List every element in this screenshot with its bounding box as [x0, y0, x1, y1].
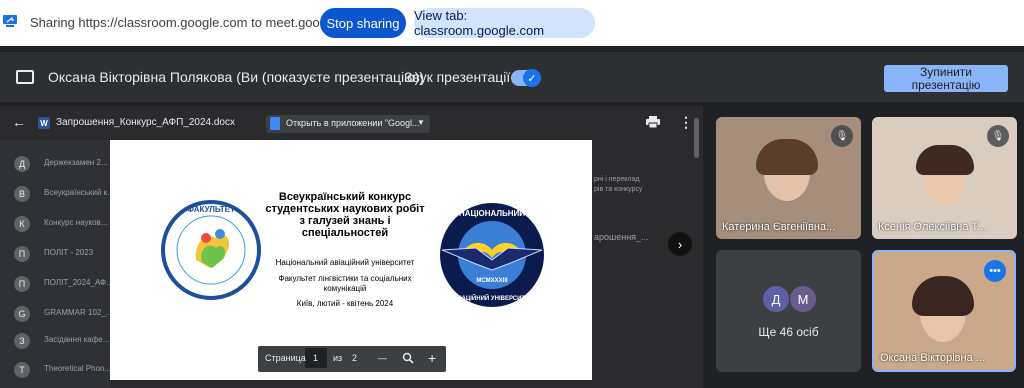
list-item-label: GRAMMAR 102_...	[44, 308, 113, 317]
of-label: из	[333, 353, 343, 363]
chevron-down-icon[interactable]: ▼	[417, 118, 425, 127]
classroom-sidebar: Д Держекзамен 2... В Всеукраїнський к...…	[0, 140, 114, 388]
snippet-text: рів та конкурсу	[594, 186, 643, 193]
avatar: T	[14, 362, 30, 378]
avatar: П	[14, 246, 30, 262]
zoom-out-button[interactable]: —	[378, 353, 387, 363]
list-item-label: Держекзамен 2...	[44, 158, 108, 167]
self-view-tile[interactable]: ••• Оксана Вікторівна ...	[872, 250, 1016, 372]
svg-text:АВІАЦІЙНИЙ УНІВЕРСИТЕТ: АВІАЦІЙНИЙ УНІВЕРСИТЕТ	[451, 294, 533, 302]
list-item[interactable]: В Всеукраїнський к...	[14, 186, 114, 204]
presenter-status-text: Оксана Вікторівна Полякова (Ви (показуєт…	[48, 69, 424, 85]
current-page: 1	[313, 353, 319, 363]
avatar: З	[14, 333, 30, 349]
mic-off-icon: 🎙	[987, 125, 1009, 147]
list-item[interactable]: П ПОЛІТ_2024_АФ...	[14, 276, 113, 294]
avatar: Д	[763, 286, 789, 312]
zoom-in-button[interactable]: +	[428, 350, 436, 366]
snippet-text: рні і переклад	[594, 176, 640, 183]
present-screen-icon	[16, 70, 34, 84]
list-item[interactable]: Д Держекзамен 2...	[14, 156, 110, 174]
avatar: К	[14, 216, 30, 232]
participant-name: Оксана Вікторівна ...	[880, 352, 985, 364]
avatar: В	[14, 186, 30, 202]
google-docs-icon	[270, 117, 280, 130]
document-line: Національний авіаційний університет	[275, 258, 415, 267]
stop-sharing-button[interactable]: Stop sharing	[320, 8, 406, 38]
stop-presenting-button[interactable]: Зупинити презентацію	[884, 65, 1008, 92]
list-item-label: Конкурс науков...	[44, 218, 108, 227]
classroom-right-panel: рні і переклад рів та конкурсу арошення_…	[592, 140, 703, 388]
snippet-text: арошення_...	[594, 232, 649, 242]
svg-text:ФАКУЛЬТЕТ: ФАКУЛЬТЕТ	[187, 205, 235, 214]
document-line: Київ, лютий - квітень 2024	[296, 299, 394, 308]
open-in-app-label: Открыть в приложении "Googl...	[286, 118, 420, 128]
word-file-icon: W	[38, 117, 50, 129]
list-item-label: Всеукраїнський к...	[44, 188, 114, 197]
avatar: G	[14, 306, 30, 322]
avatar: П	[14, 276, 30, 292]
list-item-label: Theoretical Phon...	[44, 364, 112, 373]
list-item[interactable]: G GRAMMAR 102_...	[14, 306, 113, 324]
document-line: Факультет лінгвістики та соціальних кому…	[278, 274, 412, 293]
participant-video	[912, 276, 974, 316]
mic-off-icon: 🎙	[831, 125, 853, 147]
sharing-status-text: Sharing https://classroom.google.com to …	[30, 15, 366, 30]
more-participants-tile[interactable]: Д М Ще 46 осіб	[716, 250, 861, 372]
list-item-label: ПОЛІТ_2024_АФ...	[44, 278, 113, 287]
total-pages: 2	[352, 353, 358, 363]
print-icon[interactable]	[646, 116, 660, 128]
list-item[interactable]: П ПОЛІТ - 2023	[14, 246, 110, 264]
back-arrow-icon[interactable]: ←	[12, 114, 26, 130]
speaking-indicator-icon: •••	[984, 260, 1006, 282]
check-icon: ✓	[523, 69, 541, 87]
list-item-label: Засідання кафе...	[44, 335, 110, 344]
svg-text:НАЦІОНАЛЬНИЙ: НАЦІОНАЛЬНИЙ	[459, 209, 525, 218]
document-title: Всеукраїнський конкурс студентських наук…	[265, 191, 425, 239]
participant-tile[interactable]: 🎙 Ксенія Олексіївна Т...	[872, 117, 1017, 239]
list-item-label: ПОЛІТ - 2023	[44, 248, 94, 257]
presentation-audio-label: Звук презентації	[404, 69, 511, 85]
participant-name: Ксенія Олексіївна Т...	[878, 221, 987, 233]
avatar: Д	[14, 156, 30, 172]
university-logo: НАЦІОНАЛЬНИЙ MCMXXXIII АВІАЦІЙНИЙ УНІВЕР…	[440, 203, 544, 307]
view-tab-button[interactable]: View tab: classroom.google.com	[414, 8, 595, 38]
next-arrow-icon[interactable]: ›	[668, 232, 692, 256]
participant-video	[916, 145, 974, 175]
zoom-icon[interactable]	[402, 352, 414, 364]
avatar: М	[790, 286, 816, 312]
list-item[interactable]: З Засідання кафе...	[14, 333, 110, 351]
list-item[interactable]: T Theoretical Phon...	[14, 362, 112, 380]
participant-name: Катерина Євгеніївна...	[722, 221, 836, 233]
svg-text:MCMXXXIII: MCMXXXIII	[476, 278, 508, 284]
list-item[interactable]: К Конкурс науков...	[14, 216, 110, 234]
file-name: Запрошення_Конкурс_АФП_2024.docx	[56, 117, 235, 128]
participant-tile[interactable]: 🎙 Катерина Євгеніївна...	[716, 117, 861, 239]
faculty-logo: ФАКУЛЬТЕТ	[161, 200, 261, 300]
page-label: Страница	[265, 353, 306, 363]
more-vert-icon[interactable]: ⋮	[679, 114, 693, 131]
more-participants-count: Ще 46 осіб	[758, 325, 819, 339]
participant-video	[756, 139, 818, 175]
screen-share-icon	[3, 15, 17, 27]
